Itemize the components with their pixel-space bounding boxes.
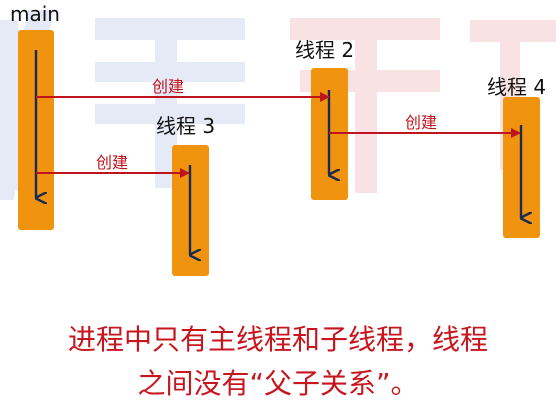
caption-line-2: 之间没有“父子关系”。 [137, 367, 419, 400]
edge-label-main-to-t2: 创建 [152, 77, 185, 96]
thread-diagram [18, 30, 540, 276]
edge-label-t2-to-t4: 创建 [405, 113, 438, 132]
thread-label-3: 线程 3 [156, 114, 216, 138]
thread-label-4: 线程 4 [487, 75, 547, 99]
caption-line-1: 进程中只有主线程和子线程，线程 [67, 323, 488, 356]
thread-label-2: 线程 2 [295, 38, 355, 62]
edge-label-main-to-t3: 创建 [96, 153, 129, 172]
thread-label-main: main [10, 2, 60, 26]
